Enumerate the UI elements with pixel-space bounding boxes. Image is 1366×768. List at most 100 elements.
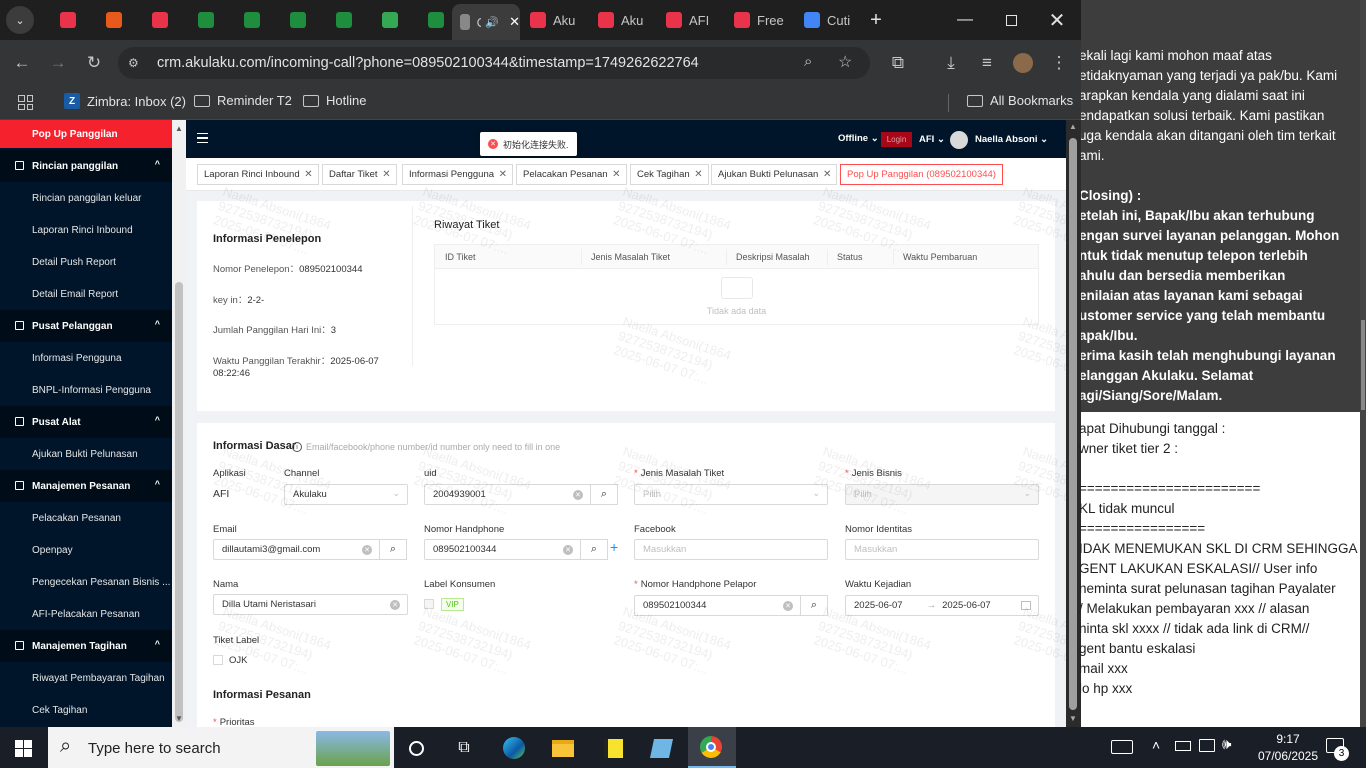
- page-tab[interactable]: Cek Tagihan ✕: [630, 164, 709, 185]
- sidebar-item[interactable]: BNPL-Informasi Pengguna: [0, 374, 172, 406]
- sidebar-item[interactable]: Detail Push Report: [0, 246, 172, 278]
- browser-tab[interactable]: Aku: [522, 6, 588, 34]
- sidebar-section-1[interactable]: Pusat Pelanggan ^: [0, 310, 172, 342]
- menu-toggle-icon[interactable]: [197, 133, 208, 143]
- browser-tab[interactable]: [282, 6, 314, 34]
- scroll-up-icon[interactable]: ▲: [175, 124, 183, 133]
- clear-icon[interactable]: ✕: [362, 545, 372, 555]
- close-icon[interactable]: ✕: [304, 169, 312, 180]
- sidebar-item[interactable]: Pengecekan Pesanan Bisnis ...: [0, 566, 172, 598]
- browser-tab[interactable]: [328, 6, 360, 34]
- main-scroll-thumb[interactable]: [1069, 138, 1077, 710]
- extensions-icon[interactable]: ⧉: [886, 51, 910, 75]
- browser-tab[interactable]: [420, 6, 452, 34]
- page-tab[interactable]: Informasi Pengguna ✕: [402, 164, 514, 185]
- close-window-button[interactable]: ✕: [1034, 0, 1080, 40]
- hp-search-button[interactable]: ⌕: [580, 539, 608, 560]
- download-icon[interactable]: ⤓: [939, 51, 963, 75]
- browser-tab[interactable]: C 🔊 ✕: [452, 4, 520, 40]
- browser-tab[interactable]: [236, 6, 268, 34]
- close-icon[interactable]: ✕: [694, 169, 702, 180]
- id-number-field[interactable]: Masukkan: [845, 539, 1039, 560]
- chrome-taskbar-item[interactable]: [688, 727, 736, 768]
- url-text[interactable]: crm.akulaku.com/incoming-call?phone=0895…: [157, 55, 699, 71]
- close-icon[interactable]: ✕: [823, 169, 831, 180]
- page-tab[interactable]: Pop Up Panggilan (089502100344): [840, 164, 1003, 185]
- ojk-checkbox[interactable]: [213, 655, 223, 665]
- sidebar-section-3[interactable]: Manajemen Pesanan ^: [0, 470, 172, 502]
- email-field[interactable]: dillautami3@gmail.com ✕: [213, 539, 380, 560]
- apps-grid-icon[interactable]: [18, 95, 33, 110]
- pelapor-field[interactable]: 089502100344 ✕: [634, 595, 801, 616]
- status-dropdown[interactable]: Offline ⌄: [838, 133, 879, 144]
- sidebar-item-pop-up-panggilan[interactable]: Pop Up Panggilan: [0, 120, 172, 148]
- page-tab[interactable]: Pelacakan Pesanan ✕: [516, 164, 627, 185]
- clear-icon[interactable]: ✕: [783, 601, 793, 611]
- cortana-icon[interactable]: [403, 735, 429, 761]
- browser-tab[interactable]: [374, 6, 406, 34]
- sidebar-section-0[interactable]: Rincian panggilan ^: [0, 150, 172, 182]
- scroll-down-icon[interactable]: ▼: [1069, 714, 1077, 723]
- email-search-button[interactable]: ⌕: [379, 539, 407, 560]
- profile-avatar[interactable]: [1011, 51, 1035, 75]
- media-icon[interactable]: ≡: [975, 51, 999, 75]
- close-icon[interactable]: ✕: [612, 169, 620, 180]
- user-dropdown[interactable]: Naella Absoni ⌄: [975, 134, 1048, 145]
- edge-icon[interactable]: [501, 735, 527, 761]
- login-button[interactable]: Login: [881, 132, 912, 147]
- sidebar-item[interactable]: Detail Email Report: [0, 278, 172, 310]
- sidebar-item[interactable]: Pelacakan Pesanan: [0, 502, 172, 534]
- facebook-field[interactable]: Masukkan: [634, 539, 828, 560]
- sidebar-item[interactable]: Cek Tagihan: [0, 694, 172, 726]
- bookmark-reminder[interactable]: Reminder T2: [194, 93, 292, 108]
- sidebar-item[interactable]: Openpay: [0, 534, 172, 566]
- taskbar-search[interactable]: ⌕ Type here to search: [48, 727, 394, 768]
- jenis-bisnis-select[interactable]: Pilih ⌄: [845, 484, 1039, 505]
- browser-tab[interactable]: Aku: [590, 6, 656, 34]
- vip-checkbox[interactable]: [424, 599, 434, 609]
- channel-select[interactable]: Akulaku ⌄: [284, 484, 408, 505]
- sidebar-scroll-thumb[interactable]: [175, 282, 183, 722]
- scroll-down-icon[interactable]: ▼: [175, 714, 183, 723]
- jenis-masalah-select[interactable]: Pilih ⌄: [634, 484, 828, 505]
- sticky-notes-icon[interactable]: [600, 735, 626, 761]
- browser-tab[interactable]: Free: [726, 6, 792, 34]
- nama-field[interactable]: Dilla Utami Neristasari ✕: [213, 594, 408, 615]
- all-bookmarks[interactable]: All Bookmarks: [967, 93, 1073, 108]
- sidebar-item[interactable]: AFI-Pelacakan Pesanan: [0, 598, 172, 630]
- sidebar-section-4[interactable]: Manajemen Tagihan ^: [0, 630, 172, 662]
- minimize-button[interactable]: —: [942, 0, 988, 40]
- tray-chevron-icon[interactable]: ˄: [1152, 737, 1160, 753]
- sidebar-item[interactable]: Rincian panggilan keluar: [0, 182, 172, 214]
- bookmark-hotline[interactable]: Hotline: [303, 93, 366, 108]
- site-info-icon[interactable]: ⚙: [128, 56, 144, 70]
- battery-icon[interactable]: [1175, 741, 1191, 751]
- page-tab[interactable]: Laporan Rinci Inbound ✕: [197, 164, 319, 185]
- browser-tab[interactable]: [190, 6, 222, 34]
- close-tab-icon[interactable]: ✕: [509, 14, 520, 30]
- pelapor-search-button[interactable]: ⌕: [800, 595, 828, 616]
- uid-search-button[interactable]: ⌕: [590, 484, 618, 505]
- bookmark-star-icon[interactable]: ☆: [838, 52, 852, 72]
- waktu-range-picker[interactable]: 2025-06-07 → 2025-06-07: [845, 595, 1039, 616]
- browser-tab[interactable]: Cuti: [796, 6, 862, 34]
- volume-icon[interactable]: 🕪: [1222, 736, 1231, 753]
- browser-tab[interactable]: [98, 6, 130, 34]
- browser-tab[interactable]: [144, 6, 176, 34]
- sidebar-item[interactable]: Laporan Rinci Inbound: [0, 214, 172, 246]
- reload-icon[interactable]: ↻: [82, 51, 106, 75]
- notes-scrollbar[interactable]: [1360, 0, 1366, 727]
- browser-tab[interactable]: [52, 6, 84, 34]
- notepad-icon[interactable]: [648, 735, 674, 761]
- windows-start-icon[interactable]: [15, 740, 32, 757]
- sidebar-item[interactable]: Informasi Pengguna: [0, 342, 172, 374]
- clock-date[interactable]: 07/06/2025: [1244, 749, 1332, 763]
- back-icon[interactable]: ←: [10, 51, 34, 75]
- taskbar-search-input[interactable]: Type here to search: [88, 740, 221, 757]
- keyboard-icon[interactable]: [1111, 740, 1133, 754]
- network-icon[interactable]: [1199, 739, 1215, 752]
- address-bar[interactable]: ⚙ crm.akulaku.com/incoming-call?phone=08…: [118, 47, 870, 79]
- task-view-icon[interactable]: ⧉: [451, 735, 477, 761]
- menu-icon[interactable]: ⋮: [1047, 51, 1071, 75]
- clear-icon[interactable]: ✕: [573, 490, 583, 500]
